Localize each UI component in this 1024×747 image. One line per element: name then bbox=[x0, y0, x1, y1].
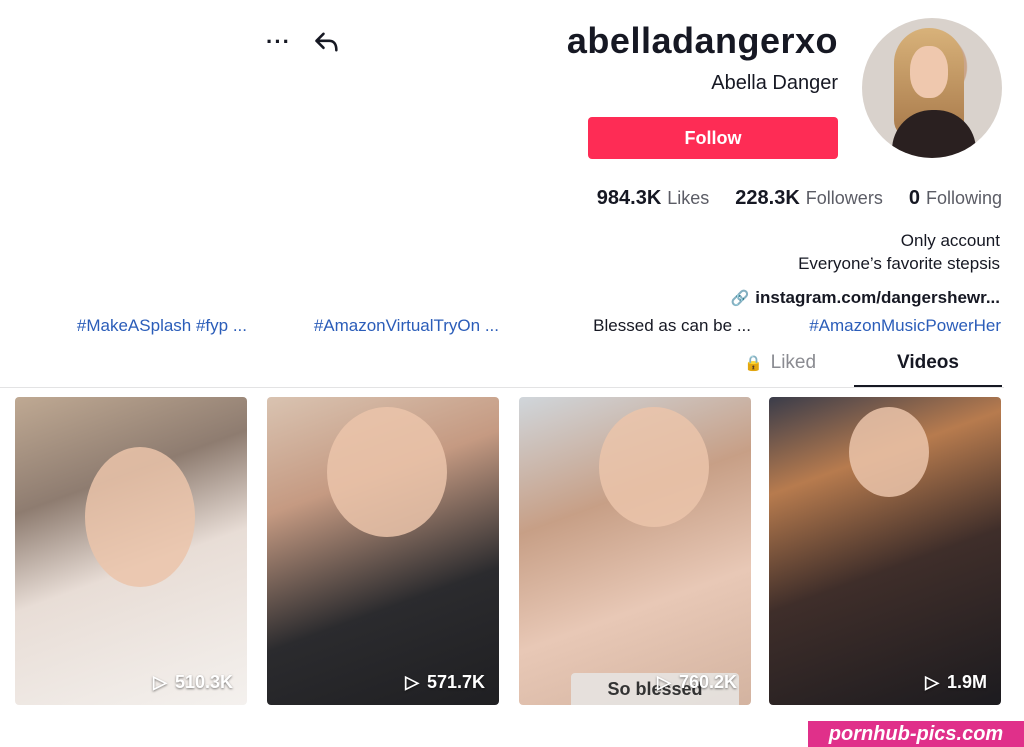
profile-stats: 984.3K Likes 228.3K Followers 0 Following bbox=[597, 187, 1002, 210]
lock-icon: 🔒 bbox=[743, 355, 763, 372]
video-card[interactable]: ▷ 510.3K bbox=[15, 397, 247, 705]
followers-count: 228.3K bbox=[735, 187, 800, 209]
play-icon: ▷ bbox=[405, 672, 419, 692]
display-name: Abella Danger bbox=[711, 72, 838, 94]
bio-line-2: Everyone’s favorite stepsis bbox=[798, 254, 1000, 273]
video-grid: ▷ 510.3K ▷ 571.7K So blessed ▷ 760.2K ▷ 1.9M bbox=[15, 397, 1002, 707]
view-count: ▷ 760.2K bbox=[657, 672, 737, 692]
bio-link-text: instagram.com/dangershewr... bbox=[755, 288, 1000, 307]
view-count: ▷ 571.7K bbox=[405, 672, 485, 692]
view-count: ▷ 1.9M bbox=[925, 672, 987, 692]
video-caption[interactable]: #AmazonMusicPowerHer bbox=[769, 316, 1001, 336]
tab-liked-label: Liked bbox=[770, 352, 817, 373]
video-card[interactable]: So blessed ▷ 760.2K bbox=[519, 397, 751, 705]
bio-line-1: Only account bbox=[900, 231, 1000, 250]
tab-liked[interactable]: 🔒 Liked bbox=[706, 340, 854, 386]
followers-label: Followers bbox=[805, 188, 883, 208]
video-caption[interactable]: #MakeASplash #fyp ... bbox=[15, 316, 247, 336]
follow-button[interactable]: Follow bbox=[588, 117, 838, 159]
video-caption[interactable]: Blessed as can be ... bbox=[519, 316, 751, 336]
more-options-icon[interactable]: ··· bbox=[266, 31, 291, 53]
following-label: Following bbox=[925, 188, 1002, 208]
video-card[interactable]: ▷ 571.7K bbox=[267, 397, 499, 705]
play-icon: ▷ bbox=[657, 672, 671, 692]
video-caption[interactable]: #AmazonVirtualTryOn ... bbox=[267, 316, 499, 336]
followers-stat[interactable]: 228.3K Followers bbox=[735, 187, 883, 210]
tab-videos[interactable]: Videos bbox=[854, 340, 1002, 387]
bio: Only account Everyone’s favorite stepsis bbox=[798, 229, 1000, 275]
following-count: 0 bbox=[908, 187, 920, 209]
link-icon: 🔗 bbox=[730, 290, 750, 307]
watermark: pornhub-pics.com bbox=[808, 721, 1024, 747]
bio-link[interactable]: 🔗 instagram.com/dangershewr... bbox=[731, 288, 1000, 308]
top-actions: ··· bbox=[266, 28, 341, 56]
play-icon: ▷ bbox=[925, 672, 939, 692]
video-card[interactable]: ▷ 1.9M bbox=[769, 397, 1001, 705]
following-stat[interactable]: 0 Following bbox=[909, 187, 1002, 210]
likes-stat: 984.3K Likes bbox=[597, 187, 710, 210]
likes-label: Likes bbox=[667, 188, 710, 208]
username: abelladangerxo bbox=[566, 20, 838, 61]
view-count: ▷ 510.3K bbox=[153, 672, 233, 692]
share-icon[interactable] bbox=[313, 28, 341, 56]
avatar[interactable] bbox=[862, 18, 1002, 158]
profile-tabs: 🔒 Liked Videos bbox=[0, 340, 1004, 388]
play-icon: ▷ bbox=[153, 672, 167, 692]
likes-count: 984.3K bbox=[596, 187, 662, 209]
tab-videos-label: Videos bbox=[897, 351, 959, 373]
